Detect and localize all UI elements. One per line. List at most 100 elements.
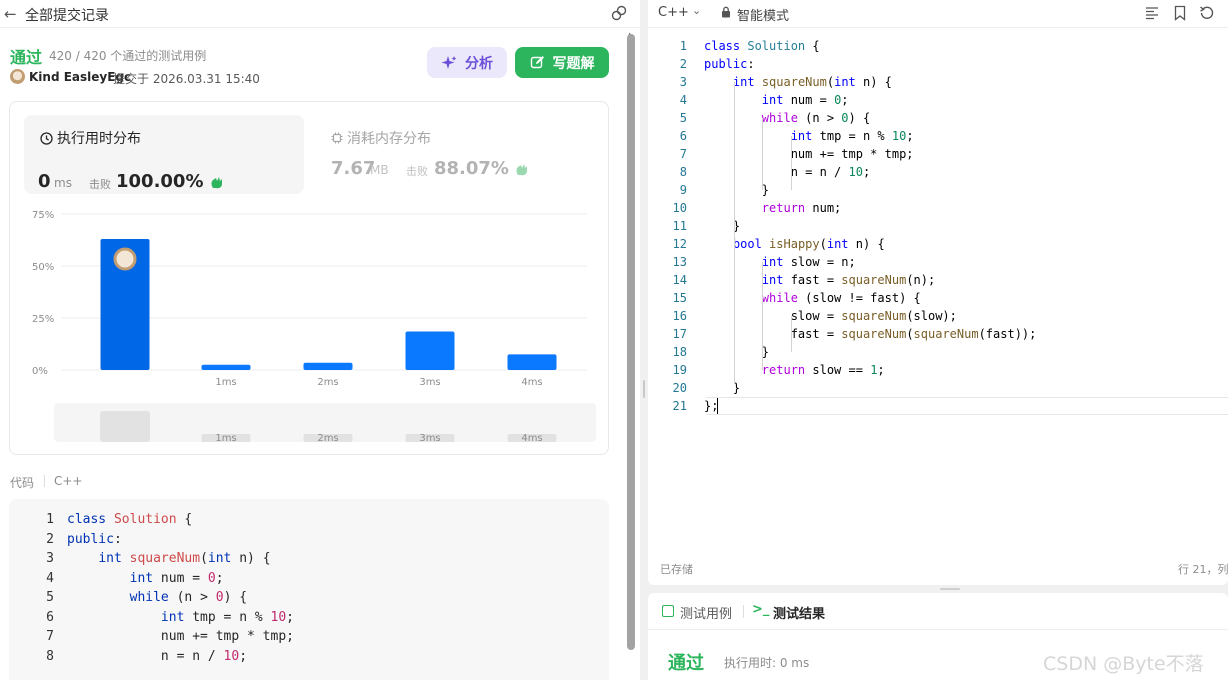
checkbox-icon: [662, 605, 674, 617]
x-tick-label: 3ms: [419, 377, 440, 388]
runtime-beat-percent: 100.00%: [116, 171, 224, 192]
format-icon[interactable]: [1144, 5, 1160, 21]
runtime-value: 0: [38, 171, 51, 192]
clap-icon: [516, 163, 528, 175]
line-number: 21: [672, 399, 687, 413]
result-status: 通过: [668, 653, 704, 674]
submission-header-bar: ← 全部提交记录: [0, 0, 640, 28]
clap-icon: [211, 176, 222, 188]
tab-test-result[interactable]: 测试结果: [773, 603, 825, 622]
line-text: while (n > 0) {: [761, 111, 871, 125]
indent-guide: [791, 136, 792, 190]
line-number: 9: [679, 183, 687, 197]
line-number: 12: [672, 237, 687, 251]
line-text: }: [704, 345, 770, 359]
memory-title-text: 消耗内存分布: [347, 131, 431, 147]
runtime-beat-label: 击败: [89, 178, 111, 191]
memory-tab[interactable]: 消耗内存分布: [331, 128, 431, 148]
line-text: class Solution {: [704, 39, 820, 53]
panel-divider[interactable]: [640, 0, 648, 680]
runtime-tab[interactable]: 执行用时分布 0 ms 击败 100.00%: [24, 115, 304, 194]
memory-value: 7.67: [331, 158, 376, 179]
write-solution-label: 写题解: [552, 55, 595, 72]
line-text: class Solution {: [67, 512, 193, 527]
line-text: int squareNum(int n) {: [98, 551, 271, 566]
line-text: return num;: [761, 201, 842, 215]
analyze-button[interactable]: 分析: [427, 47, 507, 78]
code-section-label: 代码: [10, 476, 35, 490]
line-number: 3: [46, 551, 54, 566]
reset-icon[interactable]: [1199, 5, 1215, 21]
overview-label: 1ms: [215, 433, 236, 444]
line-number: 6: [679, 129, 687, 143]
code-editor-panel: C++ ⌄ 智能模式 1 class Solution {2 public: 3 in…: [648, 0, 1228, 585]
chevron-down-icon[interactable]: ⌄: [692, 4, 701, 17]
line-number: 3: [679, 75, 687, 89]
result-tabs: 测试用例 >_ 测试结果: [648, 593, 1228, 630]
analyze-label: 分析: [465, 55, 493, 72]
line-text: num += tmp * tmp;: [704, 147, 914, 161]
line-number: 8: [46, 648, 54, 664]
tab-testcase[interactable]: 测试用例: [680, 603, 732, 622]
line-text: int fast = squareNum(n);: [761, 273, 936, 287]
watermark: CSDN @Byte不落: [1043, 653, 1204, 675]
runtime-unit: ms: [54, 176, 72, 190]
line-number: 2: [46, 531, 54, 547]
y-tick-label: 75%: [32, 210, 54, 221]
line-text: int tmp = n % 10;: [790, 129, 914, 143]
line-text: slow = squareNum(slow);: [704, 309, 957, 323]
line-number: 8: [679, 165, 687, 179]
chart-bar: [405, 331, 455, 370]
write-solution-button[interactable]: 写题解: [515, 47, 609, 78]
chart-bar: [201, 364, 251, 370]
runtime-beat-percent-text: 100.00%: [116, 171, 204, 192]
lock-icon: [722, 6, 730, 18]
line-text: int slow = n;: [761, 255, 856, 269]
pass-count: 420 / 420 个通过的测试用例: [49, 49, 207, 63]
performance-card: 执行用时分布 0 ms 击败 100.00% 消耗内存分布 7.67 MB 击败…: [9, 101, 609, 455]
memory-unit: MB: [370, 163, 389, 177]
indent-guide: [734, 82, 735, 384]
line-number: 11: [672, 219, 687, 233]
line-text: public:: [704, 57, 755, 71]
language-select[interactable]: C++: [658, 5, 689, 20]
submit-time: 提交于 2026.03.31 15:40: [113, 72, 260, 86]
code-language: C++: [54, 474, 83, 488]
user-avatar-marker: [113, 247, 137, 271]
cursor-position: 行 21，列 3: [1178, 563, 1228, 576]
saved-status: 已存储: [660, 563, 693, 576]
current-line-highlight: [706, 397, 1228, 415]
line-text: fast = squareNum(squareNum(fast));: [704, 327, 1037, 341]
back-arrow-icon[interactable]: ←: [4, 5, 17, 23]
line-text: bool isHappy(int n) {: [732, 237, 885, 251]
line-text: num += tmp * tmp;: [67, 629, 294, 644]
line-text: return slow == 1;: [761, 363, 885, 377]
line-number: 18: [672, 345, 687, 359]
share-link-icon[interactable]: [610, 4, 628, 22]
line-text: n = n / 10;: [67, 648, 248, 664]
line-number: 10: [672, 201, 687, 215]
back-to-submissions-link[interactable]: 全部提交记录: [25, 5, 109, 25]
line-number: 6: [46, 609, 54, 625]
resize-grip-icon[interactable]: [643, 380, 645, 398]
editor-toolbar: C++ ⌄ 智能模式: [648, 0, 1228, 28]
editor-mode[interactable]: 智能模式: [737, 5, 789, 24]
submission-detail-panel: ← 全部提交记录 通过 420 / 420 个通过的测试用例 Kind Easl…: [0, 0, 640, 680]
line-number: 20: [672, 381, 687, 395]
sparkle-icon: [441, 55, 457, 69]
avatar[interactable]: [10, 69, 25, 84]
indent-guide: [791, 316, 792, 352]
left-scrollbar[interactable]: [627, 34, 635, 650]
line-number: 7: [46, 629, 54, 644]
runtime-title: 执行用时分布: [40, 128, 141, 148]
indent-guide: [762, 262, 763, 370]
resize-grip-icon[interactable]: [940, 588, 960, 590]
line-number: 5: [679, 111, 687, 125]
runtime-title-text: 执行用时分布: [57, 131, 141, 147]
line-text: while (slow != fast) {: [761, 291, 921, 305]
bookmark-icon[interactable]: [1172, 5, 1188, 21]
edit-icon: [530, 56, 544, 69]
line-number: 5: [46, 590, 54, 605]
line-number: 17: [672, 327, 687, 341]
indent-guide: [762, 118, 763, 190]
